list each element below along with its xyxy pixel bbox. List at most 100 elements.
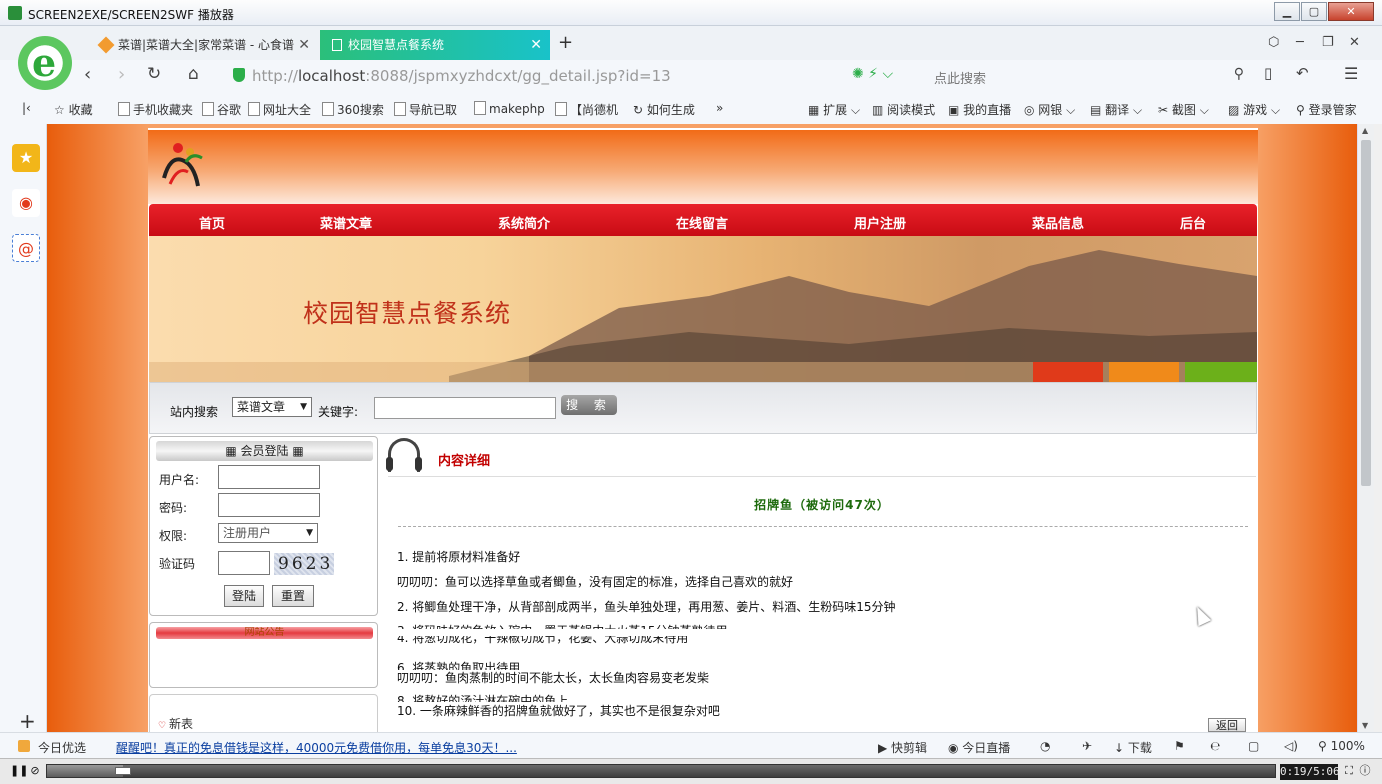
pause-icon[interactable]: ❚❚ (10, 763, 28, 779)
progress-fill (47, 765, 124, 777)
search-icon[interactable]: ⚲ (1234, 66, 1244, 82)
list-item[interactable]: 新表 (158, 715, 193, 732)
username-input[interactable] (218, 465, 320, 489)
vertical-scrollbar[interactable]: ▲ ▼ (1357, 124, 1374, 732)
reset-button[interactable]: 重置 (272, 585, 314, 607)
menu-icon[interactable]: ☰ (1344, 64, 1358, 83)
status-ie-icon[interactable]: ℮ (1210, 739, 1220, 753)
home-icon[interactable]: ⌂ (188, 64, 199, 84)
paragraph: 2. 将鲫鱼处理干净，从背部剖成两半，鱼头单独处理，再用葱、姜片、料酒、生粉码味… (397, 600, 896, 614)
back-button[interactable]: 返回 (1208, 718, 1246, 732)
scrollbar-thumb[interactable] (1361, 140, 1371, 486)
tab-recipes[interactable]: 菜谱|菜谱大全|家常菜谱 - 心食谱 ✕ (90, 30, 318, 60)
status-news-link[interactable]: 醒醒吧！真正的免息借钱是这样，40000元免费借你用，每单免息30天！... (116, 739, 517, 756)
status-sound-icon[interactable]: ◁) (1284, 739, 1298, 753)
mail-icon[interactable]: @ (12, 234, 40, 262)
password-input[interactable] (218, 493, 320, 517)
article-title: 招牌鱼（被访问47次） (754, 498, 890, 512)
status-zoom[interactable]: ⚲ 100% (1318, 739, 1365, 753)
captcha-image[interactable]: 9623 (274, 553, 334, 575)
status-download[interactable]: ↓ 下载 (1114, 739, 1152, 756)
favorites-star-icon[interactable]: ★ (12, 144, 40, 172)
nav-system-intro[interactable]: 系统简介 (498, 213, 550, 232)
nav-register[interactable]: 用户注册 (854, 213, 906, 232)
forward-icon[interactable]: › (118, 64, 125, 85)
site-search-button[interactable]: 搜 索 (561, 395, 617, 415)
nav-dish-info[interactable]: 菜品信息 (1032, 213, 1084, 232)
status-window-icon[interactable]: ▢ (1248, 739, 1259, 753)
tool-live[interactable]: ▣ 我的直播 (948, 101, 1011, 118)
tool-screenshot[interactable]: ✂ 截图 ⌵ (1158, 101, 1209, 118)
bookmark-shangde[interactable]: 【尚德机 (555, 101, 618, 118)
bookmark-hao[interactable]: 网址大全 (248, 101, 311, 118)
sidebar-toggle-icon[interactable]: |‹ (22, 101, 31, 115)
browser-logo[interactable]: e (18, 36, 72, 90)
tool-login-manager[interactable]: ⚲ 登录管家 (1296, 101, 1357, 118)
minimize-button[interactable]: ▁ (1274, 2, 1300, 21)
nav-admin[interactable]: 后台 (1180, 213, 1206, 232)
scroll-down-icon[interactable]: ▼ (1362, 721, 1368, 730)
search-category-select[interactable]: 菜谱文章 (232, 397, 312, 417)
content-detail: 内容详细 招牌鱼（被访问47次） 1. 提前将原材料准备好 叨叨叨：鱼可以选择草… (386, 436, 1256, 732)
reload-icon[interactable]: ↻ (147, 64, 161, 84)
tool-label: 游戏 (1243, 103, 1268, 117)
new-tab-button[interactable]: + (558, 32, 573, 53)
close-button[interactable]: ✕ (1328, 2, 1374, 21)
bookmark-google[interactable]: 谷歌 (202, 101, 241, 118)
restore-icon[interactable]: ❐ (1322, 35, 1334, 50)
tab-bar: 菜谱|菜谱大全|家常菜谱 - 心食谱 ✕ 校园智慧点餐系统 ✕ + ⬡ ─ ❐ … (0, 26, 1382, 60)
bookmark-nav[interactable]: 导航已取 (394, 101, 457, 118)
captcha-input[interactable] (218, 551, 270, 575)
bookmark-makephp[interactable]: makephp (474, 101, 545, 116)
maximize-button[interactable]: ▢ (1301, 2, 1327, 21)
lightning-icon[interactable]: ✺ ⚡ ⌵ (852, 66, 893, 82)
url-text[interactable]: http://localhost:8088/jspmxyzhdcxt/gg_de… (252, 67, 671, 85)
bookmark-360-search[interactable]: 360搜索 (322, 101, 384, 118)
progress-knob[interactable] (115, 767, 132, 775)
undo-icon[interactable]: ↶ (1296, 64, 1309, 82)
close-window-icon[interactable]: ✕ (1349, 35, 1360, 50)
phone-icon[interactable]: ▯ (1264, 64, 1272, 82)
keyword-input[interactable] (374, 397, 556, 419)
paragraph-clipped: 8. 将熬好的汤汁淋在碗中的鱼上 (397, 694, 569, 702)
bookmark-favorites[interactable]: ☆ 收藏 (54, 101, 93, 118)
status-quick-edit[interactable]: ▶ 快剪辑 (878, 739, 927, 756)
fullscreen-icon[interactable]: ⛶ (1342, 763, 1356, 779)
nav-guestbook[interactable]: 在线留言 (676, 213, 728, 232)
back-icon[interactable]: ‹ (84, 64, 91, 85)
status-speed-icon[interactable]: ◔ (1040, 739, 1050, 753)
role-select[interactable]: 注册用户 (218, 523, 318, 543)
tool-games[interactable]: ▨ 游戏 ⌵ (1228, 101, 1280, 118)
bookmarks-more-icon[interactable]: » (716, 101, 723, 115)
address-bar[interactable]: http://localhost:8088/jspmxyzhdcxt/gg_de… (228, 62, 918, 90)
status-flag-icon[interactable]: ⚑ (1174, 739, 1185, 753)
search-box[interactable]: 点此搜索 ⚲ (924, 62, 1250, 90)
url-scheme: http:// (252, 67, 298, 85)
minimize-icon[interactable]: ─ (1296, 35, 1304, 50)
tab-campus-ordering[interactable]: 校园智慧点餐系统 ✕ (320, 30, 550, 60)
site-nav: 首页 菜谱文章 系统简介 在线留言 用户注册 菜品信息 后台 (149, 204, 1257, 236)
status-plane-icon[interactable]: ✈ (1082, 739, 1092, 753)
tab-close-icon[interactable]: ✕ (530, 30, 542, 60)
progress-track[interactable] (46, 764, 1276, 778)
weibo-icon[interactable]: ◉ (12, 189, 40, 217)
tool-bank[interactable]: ◎ 网银 ⌵ (1024, 101, 1075, 118)
status-live[interactable]: ◉ 今日直播 (948, 739, 1010, 756)
login-button[interactable]: 登陆 (224, 585, 264, 607)
tool-extensions[interactable]: ▦ 扩展 ⌵ (808, 101, 860, 118)
username-label: 用户名: (159, 473, 200, 487)
bookmark-mobile[interactable]: 手机收藏夹 (118, 101, 193, 118)
tab-close-icon[interactable]: ✕ (298, 30, 310, 60)
time-display: 0:19/5:06 (1280, 764, 1340, 780)
tool-translate[interactable]: ▤ 翻译 ⌵ (1090, 101, 1142, 118)
info-icon[interactable]: ⓘ (1358, 763, 1372, 779)
add-sidebar-icon[interactable]: + (19, 709, 36, 733)
nav-home[interactable]: 首页 (199, 213, 225, 232)
status-today-picks[interactable]: 今日优选 (38, 739, 86, 756)
shirt-icon[interactable]: ⬡ (1268, 35, 1279, 50)
bookmark-howto[interactable]: ↻ 如何生成 (633, 101, 695, 118)
stop-icon[interactable]: ⊘ (28, 763, 42, 779)
nav-recipe-articles[interactable]: 菜谱文章 (320, 213, 372, 232)
tool-reader-mode[interactable]: ▥ 阅读模式 (872, 101, 935, 118)
scroll-up-icon[interactable]: ▲ (1362, 126, 1368, 135)
